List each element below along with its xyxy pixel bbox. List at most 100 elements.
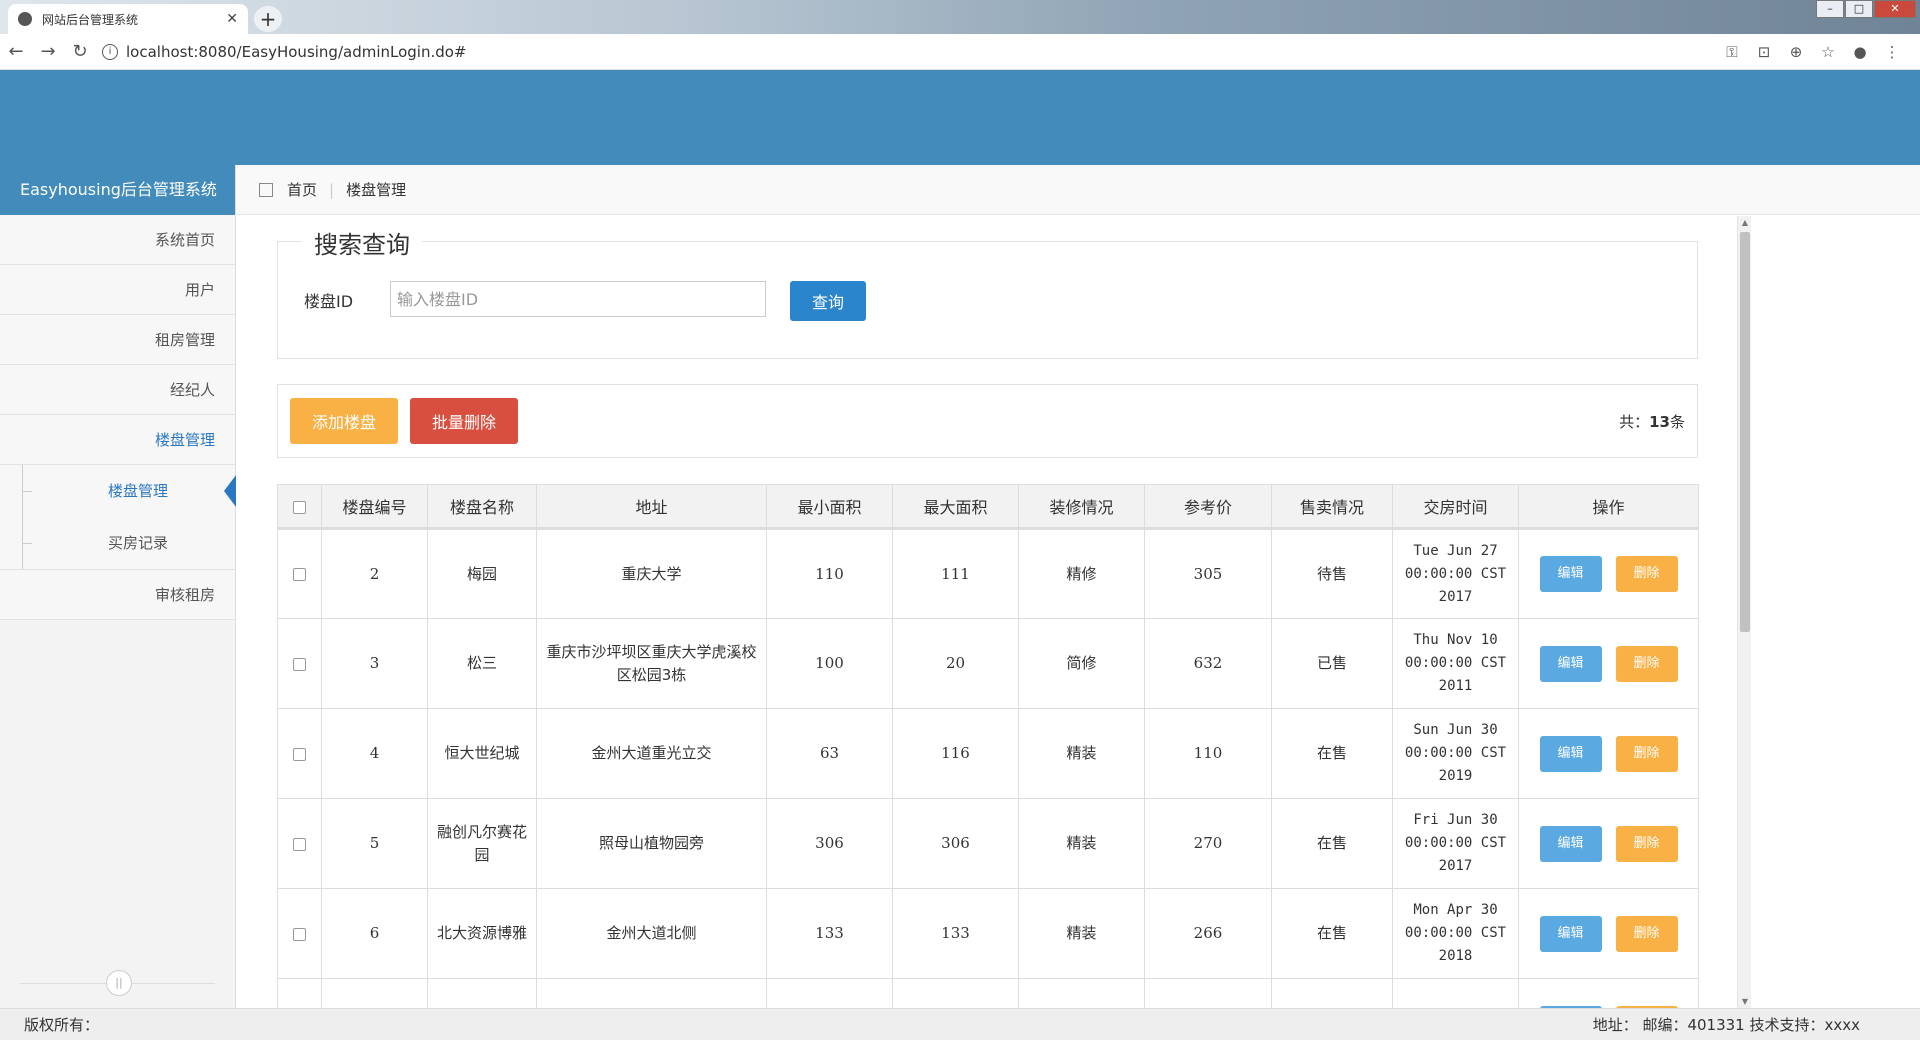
- delete-button[interactable]: 删除: [1615, 556, 1678, 592]
- delete-button[interactable]: 删除: [1615, 915, 1678, 952]
- cell-max-area: [892, 978, 1019, 1008]
- cell-address: 金州大道重光立交: [536, 708, 767, 799]
- search-legend: 搜索查询: [302, 225, 422, 260]
- header-delivery-date[interactable]: 交房时间: [1392, 484, 1519, 530]
- profile-avatar-icon[interactable]: ●: [1844, 43, 1876, 61]
- cell-name: 北大资源博雅: [427, 888, 537, 979]
- sidebar-item-users[interactable]: 用户: [0, 265, 235, 315]
- table-row: 2 梅园 重庆大学 110 111 精修 305 待售 Tue Jun 27 00:00:00 …: [277, 528, 1699, 619]
- select-all-checkbox[interactable]: [293, 500, 306, 514]
- cell-decoration: 精装: [1018, 888, 1145, 979]
- edit-button[interactable]: 编辑: [1539, 735, 1602, 772]
- cell-address: 重庆市沙坪坝区重庆大学虎溪校区松园3栋: [536, 618, 767, 709]
- cell-sale-status: 在售: [1271, 798, 1393, 889]
- zoom-icon[interactable]: ⊕: [1780, 43, 1812, 61]
- delete-button[interactable]: 删除: [1615, 645, 1678, 682]
- cell-operations: 编辑删除: [1518, 708, 1699, 799]
- more-menu-icon[interactable]: ⋮: [1876, 43, 1908, 61]
- back-arrow-icon[interactable]: ←: [0, 41, 32, 62]
- browser-address-bar: ← → ↻ i localhost:8080/EasyHousing/admin…: [0, 34, 1920, 70]
- sidebar-item-rental[interactable]: 租房管理: [0, 315, 235, 365]
- sidebar-item-home[interactable]: 系统首页: [0, 215, 235, 265]
- cell-delivery-date: Sun Jun 30 00:00:00 CST 2019: [1392, 708, 1519, 799]
- row-select-cell: [277, 978, 322, 1008]
- cell-delivery-date: Thu Nov 10 00:00:00 CST 2011: [1392, 618, 1519, 709]
- row-checkbox[interactable]: [293, 837, 306, 851]
- site-info-icon[interactable]: i: [102, 43, 118, 60]
- cell-address: 金州大道北侧: [536, 888, 767, 979]
- building-table: 楼盘编号 楼盘名称 地址 最小面积 最大面积 装修情况 参考价 售卖情况 交房时…: [277, 484, 1699, 1008]
- sidebar-title: Easyhousing后台管理系统: [0, 165, 235, 215]
- sidebar-subitem-purchase-records[interactable]: 买房记录: [0, 517, 235, 569]
- browser-tab[interactable]: 网站后台管理系统 ✕: [8, 4, 248, 34]
- close-tab-icon[interactable]: ✕: [226, 11, 238, 27]
- url-field[interactable]: i localhost:8080/EasyHousing/adminLogin.…: [102, 38, 1716, 66]
- row-checkbox[interactable]: [293, 927, 306, 941]
- row-checkbox[interactable]: [293, 657, 306, 671]
- cell-delivery-date: Fri Jun 30 00:00:00 CST 2017: [1392, 798, 1519, 889]
- header-decoration[interactable]: 装修情况: [1018, 484, 1145, 530]
- header-price[interactable]: 参考价: [1144, 484, 1272, 530]
- collapse-toggle-icon[interactable]: ||: [106, 970, 132, 996]
- row-checkbox[interactable]: [293, 568, 306, 581]
- header-name[interactable]: 楼盘名称: [427, 484, 537, 530]
- forward-arrow-icon[interactable]: →: [32, 41, 64, 62]
- add-building-button[interactable]: 添加楼盘: [290, 398, 398, 444]
- scroll-up-icon[interactable]: ▲: [1738, 218, 1752, 227]
- sidebar-item-review-rental[interactable]: 审核租房: [0, 570, 235, 620]
- cell-name: 松三: [427, 618, 537, 709]
- header-address[interactable]: 地址: [536, 484, 767, 530]
- cell-price: [1144, 978, 1272, 1008]
- header-id[interactable]: 楼盘编号: [321, 484, 428, 530]
- cell-decoration: 精装: [1018, 708, 1145, 799]
- new-tab-button[interactable]: +: [254, 6, 282, 32]
- breadcrumb-home[interactable]: 首页: [287, 179, 317, 200]
- query-button[interactable]: 查询: [790, 281, 866, 321]
- delete-button[interactable]: 删除: [1615, 825, 1678, 862]
- cell-price: 632: [1144, 618, 1272, 709]
- total-prefix: 共：: [1619, 413, 1650, 431]
- building-id-input[interactable]: [390, 281, 766, 317]
- maximize-icon[interactable]: □: [1845, 0, 1873, 18]
- edit-button[interactable]: 编辑: [1539, 825, 1602, 862]
- cell-delivery-date: Sun Dec 30 0: [1392, 978, 1519, 1008]
- sidebar-item-buildings[interactable]: 楼盘管理: [0, 415, 235, 465]
- cell-sale-status: 已售: [1271, 618, 1393, 709]
- reload-icon[interactable]: ↻: [64, 41, 96, 62]
- cell-id: 4: [321, 708, 428, 799]
- sidebar-subitem-building-manage[interactable]: 楼盘管理: [0, 465, 235, 517]
- edit-button[interactable]: 编辑: [1539, 915, 1602, 952]
- cell-sale-status: 在售: [1271, 708, 1393, 799]
- table-body: 2 梅园 重庆大学 110 111 精修 305 待售 Tue Jun 27 00:00:00 …: [277, 528, 1699, 1008]
- header-max-area[interactable]: 最大面积: [892, 484, 1019, 530]
- delete-button[interactable]: 删除: [1615, 735, 1678, 772]
- footer-contact: 地址： 邮编：401331 技术支持：xxxx: [1592, 1016, 1860, 1034]
- window-close-icon[interactable]: ✕: [1874, 0, 1916, 18]
- scrollbar-thumb[interactable]: [1740, 232, 1750, 632]
- minimize-icon[interactable]: –: [1816, 0, 1844, 18]
- table-row: Sun Dec 30 0编辑删除: [277, 978, 1699, 1008]
- translate-icon[interactable]: ⊡: [1748, 43, 1780, 61]
- header-sale-status[interactable]: 售卖情况: [1271, 484, 1393, 530]
- search-fieldset: 搜索查询 楼盘ID 查询: [277, 225, 1698, 359]
- table-header-row: 楼盘编号 楼盘名称 地址 最小面积 最大面积 装修情况 参考价 售卖情况 交房时…: [277, 484, 1699, 530]
- cell-decoration: 精装: [1018, 798, 1145, 889]
- cell-name: 融创凡尔赛花园: [427, 798, 537, 889]
- url-text: localhost:8080/EasyHousing/adminLogin.do…: [126, 42, 467, 61]
- sidebar-item-agents[interactable]: 经纪人: [0, 365, 235, 415]
- search-label: 楼盘ID: [304, 292, 354, 311]
- building-table-wrapper: 楼盘编号 楼盘名称 地址 最小面积 最大面积 装修情况 参考价 售卖情况 交房时…: [277, 484, 1699, 1008]
- cell-max-area: 133: [892, 888, 1019, 979]
- edit-button[interactable]: 编辑: [1539, 556, 1602, 592]
- key-icon[interactable]: ⚿: [1716, 43, 1748, 61]
- edit-button[interactable]: 编辑: [1539, 645, 1602, 682]
- batch-delete-button[interactable]: 批量删除: [410, 398, 518, 444]
- table-row: 3 松三 重庆市沙坪坝区重庆大学虎溪校区松园3栋 100 20 简修 632 已售 Thu No…: [277, 618, 1699, 709]
- cell-price: 270: [1144, 798, 1272, 889]
- row-checkbox[interactable]: [293, 747, 306, 761]
- scroll-down-icon[interactable]: ▼: [1738, 997, 1752, 1006]
- table-row: 5 融创凡尔赛花园 照母山植物园旁 306 306 精装 270 在售 Fri Jun 30 0…: [277, 798, 1699, 889]
- bookmark-star-icon[interactable]: ☆: [1812, 43, 1844, 61]
- content-scrollbar[interactable]: ▲ ▼: [1737, 216, 1751, 1008]
- header-min-area[interactable]: 最小面积: [766, 484, 893, 530]
